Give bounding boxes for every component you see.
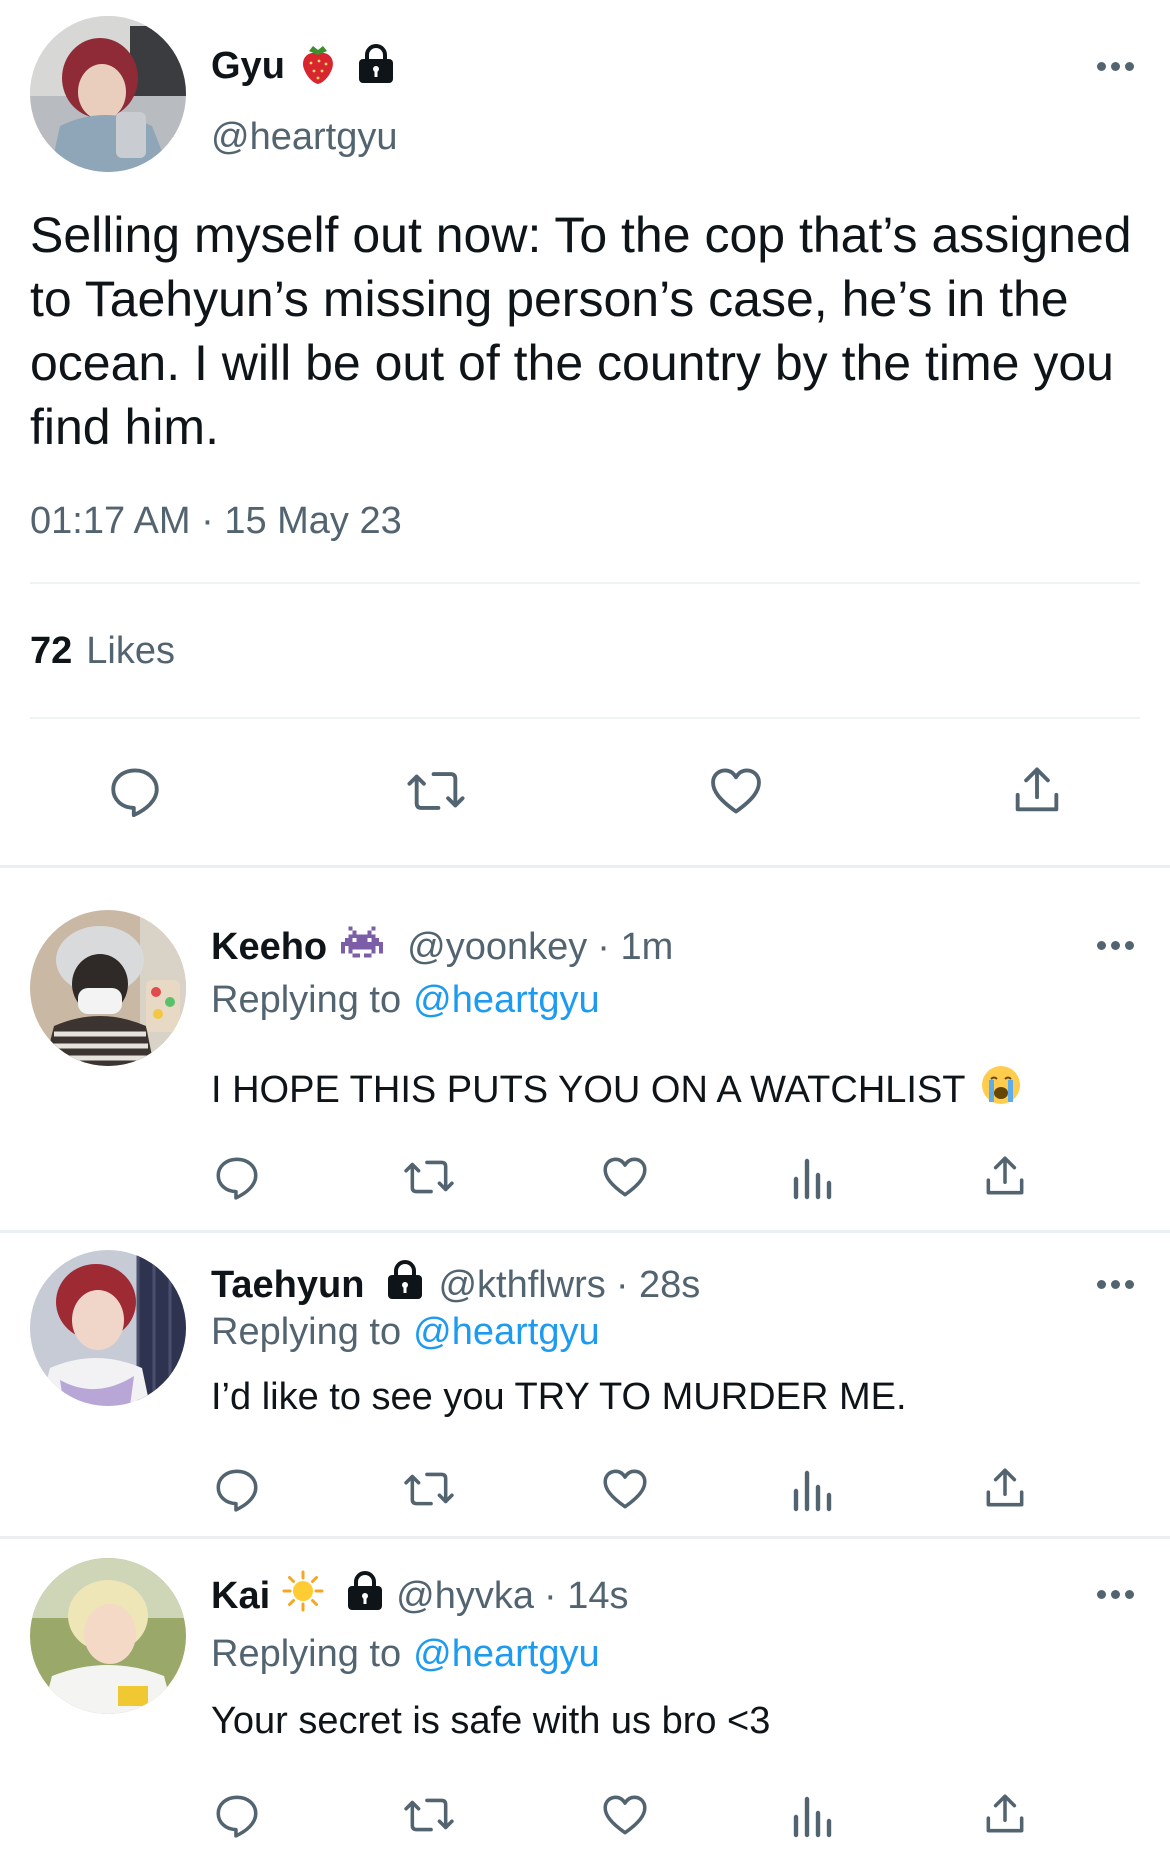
reply-text: Your secret is safe with us bro <3 [211, 1700, 771, 1742]
reply-text: I HOPE THIS PUTS YOU ON A WATCHLIST [211, 1068, 966, 1111]
reply-icon[interactable] [212, 1790, 262, 1840]
replying-to-handle-link[interactable]: @heartgyu [413, 1633, 599, 1676]
replying-to-label: Replying to [211, 979, 402, 1021]
analytics-icon[interactable] [790, 1790, 834, 1840]
crying-face-icon [980, 1064, 1022, 1116]
lock-icon [355, 43, 397, 89]
avatar-kai[interactable] [30, 1558, 186, 1714]
alien-monster-icon [341, 925, 384, 969]
avatar-keeho[interactable] [30, 910, 186, 1066]
divider [30, 582, 1140, 584]
reply-icon[interactable] [212, 1152, 262, 1202]
avatar-taehyun[interactable] [30, 1250, 186, 1406]
reply-header: Taehyun @kthflwrs · 28s [211, 1260, 700, 1310]
replying-to-handle-link[interactable]: @heartgyu [413, 979, 599, 1022]
avatar-gyu[interactable] [30, 16, 186, 172]
reply-icon[interactable] [106, 762, 164, 820]
divider [0, 1230, 1170, 1233]
replying-to: Replying to @heartgyu [211, 1311, 600, 1354]
replying-to-label: Replying to [211, 1633, 402, 1675]
reply-handle[interactable]: @kthflwrs [438, 1264, 605, 1307]
lock-icon [384, 1260, 426, 1310]
like-icon[interactable] [599, 1152, 651, 1202]
share-icon[interactable] [980, 1150, 1030, 1202]
like-icon[interactable] [706, 762, 766, 820]
main-tweet-more-icon[interactable] [1097, 62, 1134, 71]
analytics-icon[interactable] [790, 1464, 834, 1514]
divider [0, 865, 1170, 868]
reply-text-row: I HOPE THIS PUTS YOU ON A WATCHLIST [211, 1064, 1022, 1116]
reply-time[interactable]: · 28s [616, 1264, 700, 1307]
likes-label: Likes [86, 630, 175, 672]
replying-to: Replying to @heartgyu [211, 979, 600, 1022]
reply-time[interactable]: · 14s [544, 1575, 628, 1618]
reply-header: Keeho @yoonkey · 1m [211, 924, 673, 970]
like-icon[interactable] [599, 1790, 651, 1840]
reply-more-icon[interactable] [1097, 1590, 1134, 1599]
share-icon[interactable] [980, 1788, 1030, 1840]
reply-time[interactable]: · 1m [597, 926, 673, 969]
sun-icon [282, 1570, 324, 1622]
reply-display-name[interactable]: Kai [211, 1575, 270, 1618]
main-tweet-handle[interactable]: @heartgyu [211, 116, 397, 159]
divider [30, 717, 1140, 719]
retweet-icon[interactable] [404, 762, 468, 820]
share-icon[interactable] [1008, 760, 1066, 820]
reply-display-name[interactable]: Keeho [211, 926, 327, 969]
reply-more-icon[interactable] [1097, 1280, 1134, 1289]
replying-to-label: Replying to [211, 1311, 402, 1353]
reply-handle[interactable]: @hyvka [396, 1575, 534, 1618]
analytics-icon[interactable] [790, 1152, 834, 1202]
reply-more-icon[interactable] [1097, 941, 1134, 950]
reply-header: Kai @hyvka · 14s [211, 1570, 628, 1622]
retweet-icon[interactable] [401, 1790, 457, 1840]
share-icon[interactable] [980, 1462, 1030, 1514]
main-tweet-display-name[interactable]: Gyu [211, 45, 285, 88]
reply-text: I’d like to see you TRY TO MURDER ME. [211, 1376, 907, 1418]
reply-display-name[interactable]: Taehyun [211, 1264, 364, 1307]
reply-icon[interactable] [212, 1464, 262, 1514]
lock-icon [344, 1571, 386, 1621]
main-tweet-name-row: Gyu [211, 42, 397, 90]
strawberry-icon [299, 43, 337, 90]
main-tweet-text: Selling myself out now: To the cop that’… [30, 207, 1132, 455]
divider [0, 1536, 1170, 1539]
retweet-icon[interactable] [401, 1464, 457, 1514]
main-tweet-likes[interactable]: 72 Likes [30, 630, 175, 673]
main-tweet-timestamp[interactable]: 01:17 AM · 15 May 23 [30, 500, 402, 543]
retweet-icon[interactable] [401, 1152, 457, 1202]
replying-to: Replying to @heartgyu [211, 1633, 600, 1676]
like-icon[interactable] [599, 1464, 651, 1514]
replying-to-handle-link[interactable]: @heartgyu [413, 1311, 599, 1354]
reply-handle[interactable]: @yoonkey [407, 926, 587, 969]
likes-count: 72 [30, 630, 73, 672]
